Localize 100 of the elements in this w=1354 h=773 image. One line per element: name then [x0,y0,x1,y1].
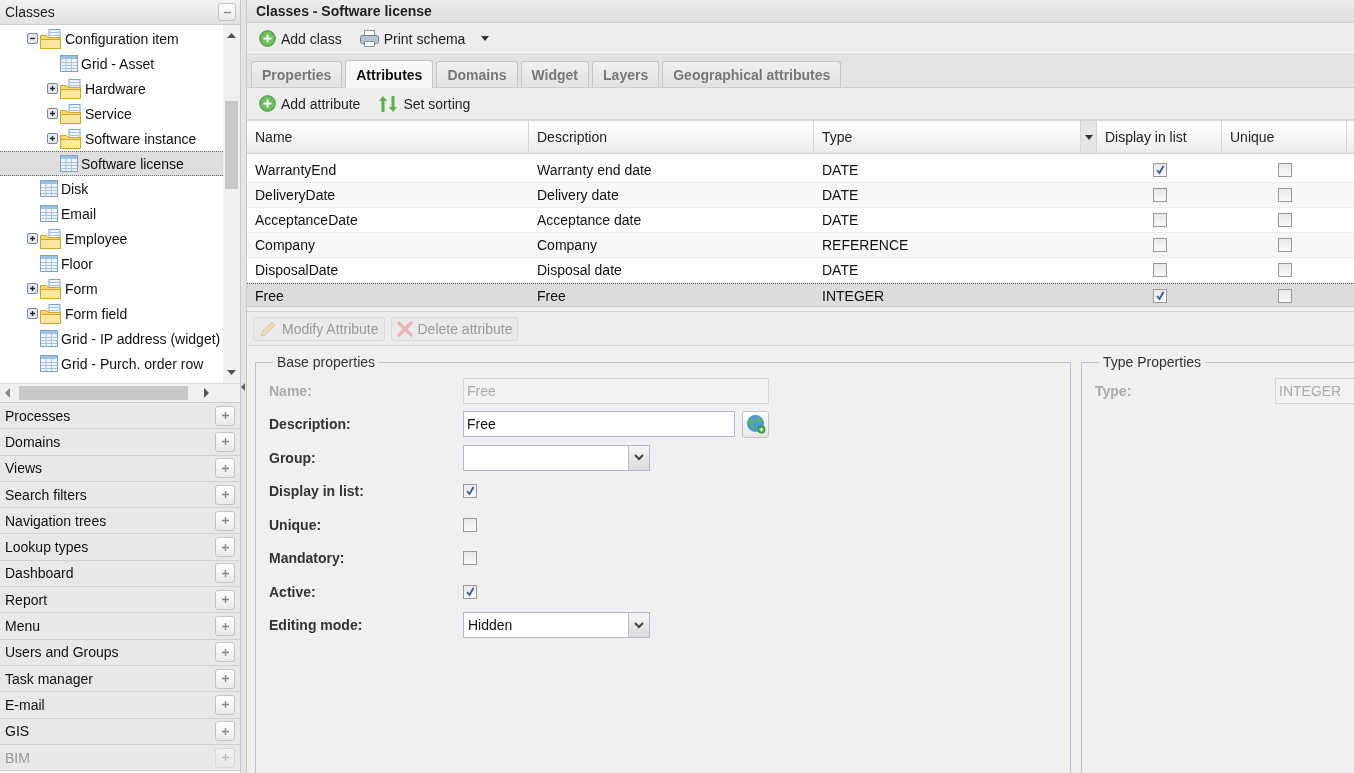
plus-icon [220,674,230,684]
expand-icon[interactable] [26,233,38,244]
accordion-section[interactable]: Navigation trees [0,508,240,535]
expand-button[interactable] [215,616,235,636]
tree-item[interactable]: Email [0,201,223,226]
checkbox[interactable] [1152,213,1167,227]
horizontal-scrollbar[interactable] [0,383,240,403]
checkbox[interactable] [1277,238,1292,252]
plus-icon [220,700,230,710]
table-cell-text: AcceptanceDate [254,211,359,230]
checkbox[interactable] [1152,263,1167,277]
text-field[interactable]: Free [463,411,735,438]
column-header[interactable]: Description [529,121,814,153]
expand-icon[interactable] [26,308,38,319]
checkbox[interactable] [463,584,477,599]
tree-item[interactable]: Grid - Asset [0,51,223,76]
accordion-section[interactable]: Dashboard [0,560,240,588]
column-menu-button[interactable] [1081,121,1097,153]
expand-button[interactable] [215,563,235,584]
checkbox[interactable] [1152,163,1167,177]
expand-icon[interactable] [46,83,58,94]
toolbar-button[interactable]: Add attribute [253,91,367,116]
checkbox[interactable] [463,551,477,566]
combo-box[interactable]: Hidden [463,612,650,639]
column-header[interactable]: Display in list [1097,121,1222,153]
accordion-section[interactable]: Users and Groups [0,639,240,666]
expand-button[interactable] [215,642,235,663]
checkbox[interactable] [1277,213,1292,227]
accordion-section[interactable]: Report [0,587,240,614]
tab[interactable]: Widget [520,61,590,87]
grid-row[interactable]: DeliveryDate Delivery date DATE [247,183,1354,208]
tree-item[interactable]: Floor [0,251,223,276]
translate-button[interactable] [742,410,769,438]
accordion-section[interactable]: E-mail [0,692,240,719]
tab[interactable]: Geographical attributes [662,61,842,87]
tree-item[interactable]: Software instance [0,126,223,151]
table-icon [60,55,78,72]
expand-button[interactable] [215,537,235,558]
expand-button[interactable] [215,721,235,742]
column-header[interactable]: Unique [1222,121,1347,153]
toolbar-button[interactable]: Set sorting [372,91,477,116]
vertical-scrollbar[interactable] [223,25,240,383]
tree-item[interactable]: Hardware [0,76,223,101]
grid-row[interactable]: Free Free INTEGER [247,283,1354,306]
tree-item[interactable]: Software license [0,151,223,176]
tab[interactable]: Domains [436,61,518,87]
tab[interactable]: Properties [251,61,343,87]
checkbox[interactable] [1277,263,1292,277]
accordion-section[interactable]: Task manager [0,665,240,693]
checkbox[interactable] [1152,288,1167,303]
field-label: Unique: [269,516,323,533]
expand-button[interactable] [215,694,235,715]
dropdown-trigger[interactable] [628,613,649,638]
expand-button[interactable] [215,668,235,689]
expand-icon[interactable] [46,133,58,144]
tree-item[interactable]: Employee [0,226,223,251]
menu-caret[interactable] [481,36,490,41]
field-label: Group: [269,449,317,466]
accordion-section[interactable]: Menu [0,613,240,640]
checkbox[interactable] [1277,163,1292,177]
expand-button[interactable] [215,458,235,479]
accordion-section[interactable]: GIS [0,718,240,745]
expand-icon[interactable] [46,108,58,119]
tree-item[interactable]: Disk [0,176,223,201]
table-cell-text: Acceptance date [536,211,643,230]
expand-button[interactable] [215,431,235,452]
tree-item[interactable]: Grid - IP address (widget) [0,326,223,351]
collapse-icon[interactable] [26,33,38,44]
toolbar-button[interactable]: Print schema [353,26,496,51]
checkbox[interactable] [1152,238,1167,252]
grid-row[interactable]: Company Company REFERENCE [247,233,1354,258]
checkbox[interactable] [463,517,477,532]
tree-item[interactable]: Service [0,101,223,126]
toolbar-button[interactable]: Add class [253,26,348,51]
tree-item[interactable]: Form field [0,301,223,326]
checkbox[interactable] [1277,288,1292,303]
column-header[interactable]: Name [247,121,529,153]
tree-item[interactable]: Form [0,276,223,301]
expand-button[interactable] [215,510,235,531]
sort-icon [378,94,399,113]
collapse-arrow-icon[interactable] [241,382,246,391]
checkbox[interactable] [1152,188,1167,202]
checkbox[interactable] [463,484,477,499]
accordion-section[interactable]: Search filters [0,481,240,509]
dropdown-trigger[interactable] [628,445,649,470]
expand-button[interactable] [215,589,235,610]
collapse-button[interactable] [218,3,236,21]
accordion-section[interactable]: Domains [0,429,240,456]
field-label: Display in list: [269,483,365,500]
accordion-section[interactable]: Views [0,455,240,482]
accordion-section[interactable]: Lookup types [0,534,240,561]
accordion-section[interactable]: Processes [0,403,240,430]
tab[interactable]: Layers [592,61,660,87]
tree-item[interactable]: Grid - Purch. order row [0,351,223,376]
expand-button[interactable] [215,405,235,426]
tree-item[interactable]: Configuration item [0,26,223,51]
expand-button[interactable] [215,484,235,505]
checkbox[interactable] [1277,188,1292,202]
expand-icon[interactable] [26,283,38,294]
tab[interactable]: Attributes [345,60,434,88]
